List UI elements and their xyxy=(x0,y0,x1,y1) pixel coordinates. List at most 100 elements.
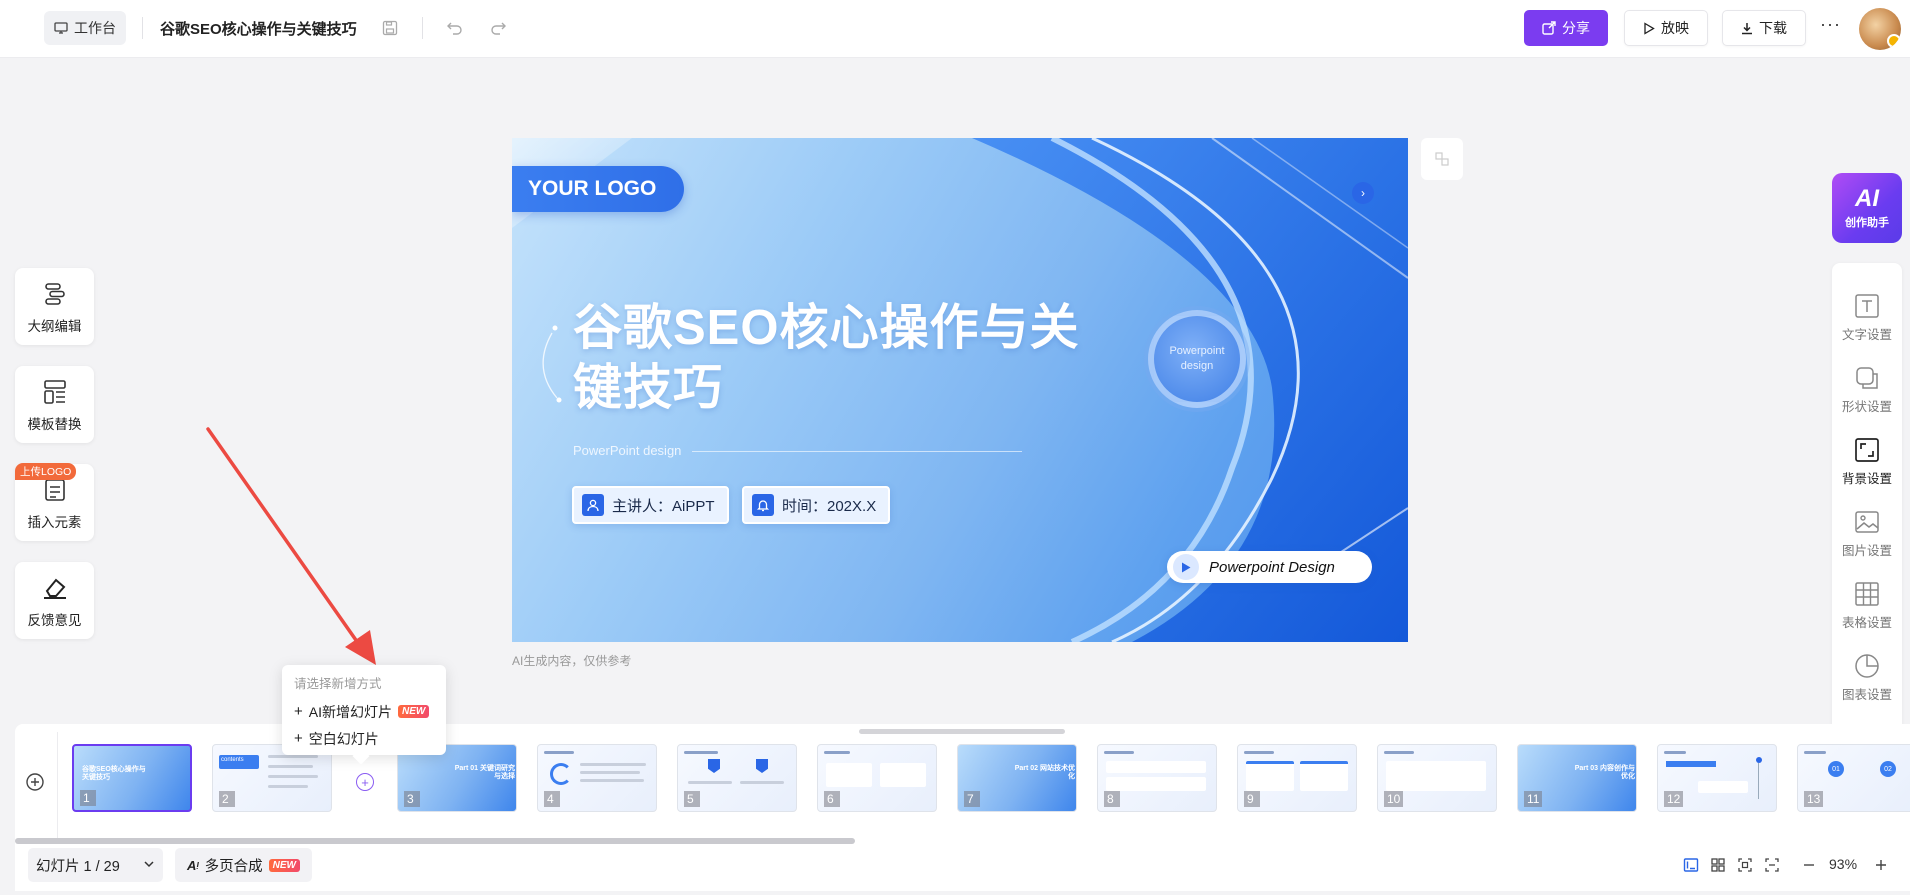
undo-icon[interactable] xyxy=(443,16,467,40)
fullscreen-icon[interactable] xyxy=(1764,857,1780,873)
background-icon xyxy=(1855,438,1879,462)
slide-thumbnail-8[interactable]: 8 xyxy=(1097,744,1217,812)
slide-thumbnail-1[interactable]: 谷歌SEO核心操作与关键技巧 1 xyxy=(72,744,192,812)
thumb-number: 10 xyxy=(1384,791,1404,807)
popup-header: 请选择新增方式 xyxy=(294,677,382,691)
outline-edit-button[interactable]: 大纲编辑 xyxy=(15,268,94,345)
feedback-button[interactable]: 反馈意见 xyxy=(15,562,94,639)
thumb-title: 谷歌SEO核心操作与关键技巧 xyxy=(82,766,146,781)
slide-thumbnail-7[interactable]: Part 02 网站技术优化 7 xyxy=(957,744,1077,812)
redo-icon[interactable] xyxy=(486,16,510,40)
thumb-number: 8 xyxy=(1104,791,1120,807)
workbench-label: 工作台 xyxy=(74,20,116,36)
slide-logo: YOUR LOGO xyxy=(512,166,684,212)
layers-icon[interactable] xyxy=(1421,138,1463,180)
blank-slide-option[interactable]: + 空白幻灯片 xyxy=(294,725,434,752)
property-panel: 文字设置 形状设置 背景设置 图片设置 表格设置 图表设置 xyxy=(1832,263,1902,735)
insert-slide-between-icon[interactable]: + xyxy=(356,773,374,791)
ai-disclaimer: AI生成内容，仅供参考 xyxy=(512,654,632,668)
design-play-pill[interactable]: Powerpoint Design xyxy=(1167,551,1372,583)
blank-slide-label: 空白幻灯片 xyxy=(308,730,379,747)
slide-counter-dropdown[interactable]: 幻灯片 1 / 29 xyxy=(28,848,163,882)
upload-logo-badge[interactable]: 上传LOGO xyxy=(15,463,77,480)
share-icon xyxy=(1542,21,1556,35)
share-button[interactable]: 分享 xyxy=(1524,10,1608,46)
slide-thumbnail-10[interactable]: 10 xyxy=(1377,744,1497,812)
text-settings-button[interactable]: 文字设置 xyxy=(1832,293,1902,343)
fit-screen-icon[interactable] xyxy=(1737,857,1753,873)
table-icon xyxy=(1855,582,1879,606)
slide-next-arrow-icon[interactable]: › xyxy=(1352,182,1374,204)
plus-icon: + xyxy=(294,703,303,720)
filmstrip-view-icon[interactable] xyxy=(1683,857,1699,873)
presenter-pill: 主讲人：AiPPT xyxy=(572,486,729,524)
thumb-number: 5 xyxy=(684,791,700,807)
ai-add-slide-label: AI新增幻灯片 xyxy=(308,703,392,720)
outline-icon xyxy=(40,279,70,309)
subtitle-divider xyxy=(692,451,1022,452)
bottom-bar: 幻灯片 1 / 29 Aᵎ 多页合成 NEW 93% xyxy=(15,848,1910,888)
shape-settings-button[interactable]: 形状设置 xyxy=(1832,365,1902,415)
slide-canvas[interactable]: YOUR LOGO › 谷歌SEO核心操作与关键技巧 PowerPoint de… xyxy=(512,138,1408,642)
new-badge: NEW xyxy=(398,705,430,718)
ai-assistant-label: 创作助手 xyxy=(1845,217,1889,229)
filmstrip-scrollbar[interactable] xyxy=(15,838,855,844)
slide-subtitle: PowerPoint design xyxy=(573,443,682,458)
grid-view-icon[interactable] xyxy=(1710,857,1726,873)
avatar[interactable] xyxy=(1859,8,1901,50)
chart-settings-button[interactable]: 图表设置 xyxy=(1832,653,1902,703)
more-menu-icon[interactable]: ··· xyxy=(1820,14,1841,35)
ai-sparkle-icon: Aᵎ xyxy=(187,857,199,873)
design-pill-text: Powerpoint Design xyxy=(1209,558,1335,576)
document-title[interactable]: 谷歌SEO核心操作与关键技巧 xyxy=(160,18,357,39)
zoom-level[interactable]: 93% xyxy=(1829,856,1857,872)
pie-chart-icon xyxy=(1855,654,1879,678)
feedback-label: 反馈意见 xyxy=(27,612,82,628)
thumb-number: 1 xyxy=(80,790,96,806)
divider xyxy=(142,17,143,39)
user-icon xyxy=(582,494,604,516)
design-circle: Powerpoint design xyxy=(1148,310,1246,408)
slide-thumbnail-6[interactable]: 6 xyxy=(817,744,937,812)
workbench-button[interactable]: 工作台 xyxy=(44,11,126,45)
thumb-title: Part 01 关键词研究与选择 xyxy=(454,765,515,780)
add-slide-popup: 请选择新增方式 + AI新增幻灯片 NEW + 空白幻灯片 xyxy=(282,665,446,755)
add-slide-icon[interactable] xyxy=(25,772,45,792)
shape-icon xyxy=(1856,367,1878,389)
play-icon xyxy=(1173,554,1199,580)
text-icon xyxy=(1855,294,1879,318)
save-icon[interactable] xyxy=(378,16,402,40)
time-text: 时间：202X.X xyxy=(782,497,877,515)
zoom-in-icon[interactable] xyxy=(1873,857,1889,873)
slide-thumbnail-11[interactable]: Part 03 内容创作与优化 11 xyxy=(1517,744,1637,812)
filmstrip-resize-handle[interactable] xyxy=(859,729,1065,734)
shape-settings-label: 形状设置 xyxy=(1841,400,1892,414)
slide-thumbnail-13[interactable]: 01 02 13 xyxy=(1797,744,1910,812)
thumb-number: 2 xyxy=(219,791,235,807)
chart-settings-label: 图表设置 xyxy=(1841,688,1892,702)
template-label: 模板替换 xyxy=(27,416,82,432)
ai-add-slide-option[interactable]: + AI新增幻灯片 NEW xyxy=(294,698,434,725)
share-label: 分享 xyxy=(1562,20,1590,36)
thumb-number: 9 xyxy=(1244,791,1260,807)
slide-thumbnail-4[interactable]: 4 xyxy=(537,744,657,812)
multi-page-merge-button[interactable]: Aᵎ 多页合成 NEW xyxy=(175,848,312,882)
download-button[interactable]: 下载 xyxy=(1722,10,1806,46)
ai-assistant-button[interactable]: AI 创作助手 xyxy=(1832,173,1902,243)
thumb-title: Part 02 网站技术优化 xyxy=(1014,765,1075,780)
table-settings-button[interactable]: 表格设置 xyxy=(1832,581,1902,631)
template-replace-button[interactable]: 模板替换 xyxy=(15,366,94,443)
slide-thumbnail-5[interactable]: 5 xyxy=(677,744,797,812)
background-settings-button[interactable]: 背景设置 xyxy=(1832,437,1902,487)
zoom-out-icon[interactable] xyxy=(1801,857,1817,873)
image-settings-button[interactable]: 图片设置 xyxy=(1832,509,1902,559)
slide-title[interactable]: 谷歌SEO核心操作与关键技巧 xyxy=(573,298,1093,418)
present-button[interactable]: 放映 xyxy=(1624,10,1708,46)
eraser-icon xyxy=(40,573,70,603)
divider xyxy=(422,17,423,39)
presenter-text: 主讲人：AiPPT xyxy=(612,497,715,515)
slide-count-text: 幻灯片 1 / 29 xyxy=(36,858,120,875)
slide-thumbnail-9[interactable]: 9 xyxy=(1237,744,1357,812)
slide-thumbnail-12[interactable]: 12 xyxy=(1657,744,1777,812)
new-badge: NEW xyxy=(268,858,300,872)
